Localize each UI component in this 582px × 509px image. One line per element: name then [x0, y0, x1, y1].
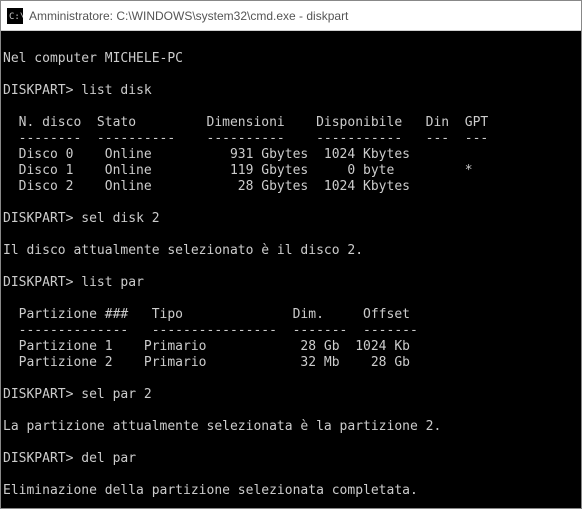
disk-table-divider: -------- ---------- ---------- ---------…: [3, 131, 488, 146]
prompt: DISKPART>: [3, 211, 73, 226]
par-table-header: Partizione ### Tipo Dim. Offset: [3, 307, 410, 322]
cmd-icon: C:\: [7, 8, 23, 24]
par-row: Partizione 1 Primario 28 Gb 1024 Kb: [3, 339, 410, 354]
disk-row: Disco 0 Online 931 Gbytes 1024 Kbytes: [3, 147, 410, 162]
prompt: DISKPART>: [3, 83, 73, 98]
cmd-list-par: list par: [73, 275, 143, 290]
msg-sel-par: La partizione attualmente selezionata è …: [3, 419, 441, 434]
prompt: DISKPART>: [3, 451, 73, 466]
par-table-divider: -------------- ---------------- ------- …: [3, 323, 418, 338]
svg-text:C:\: C:\: [9, 12, 23, 22]
msg-del-par: Eliminazione della partizione selezionat…: [3, 483, 418, 498]
msg-sel-disk: Il disco attualmente selezionato è il di…: [3, 243, 363, 258]
disk-table-header: N. disco Stato Dimensioni Disponibile Di…: [3, 115, 488, 130]
prompt: DISKPART>: [3, 387, 73, 402]
window-title: Amministratore: C:\WINDOWS\system32\cmd.…: [29, 9, 348, 23]
disk-row: Disco 2 Online 28 Gbytes 1024 Kbytes: [3, 179, 410, 194]
window-titlebar[interactable]: C:\ Amministratore: C:\WINDOWS\system32\…: [1, 1, 581, 31]
cmd-list-disk: list disk: [73, 83, 151, 98]
terminal-output[interactable]: Nel computer MICHELE-PC DISKPART> list d…: [1, 31, 581, 508]
cmd-sel-disk: sel disk 2: [73, 211, 159, 226]
computer-line: Nel computer MICHELE-PC: [3, 51, 183, 66]
cmd-sel-par: sel par 2: [73, 387, 151, 402]
par-row: Partizione 2 Primario 32 Mb 28 Gb: [3, 355, 410, 370]
cmd-del-par: del par: [73, 451, 136, 466]
disk-row: Disco 1 Online 119 Gbytes 0 byte *: [3, 163, 473, 178]
prompt: DISKPART>: [3, 275, 73, 290]
